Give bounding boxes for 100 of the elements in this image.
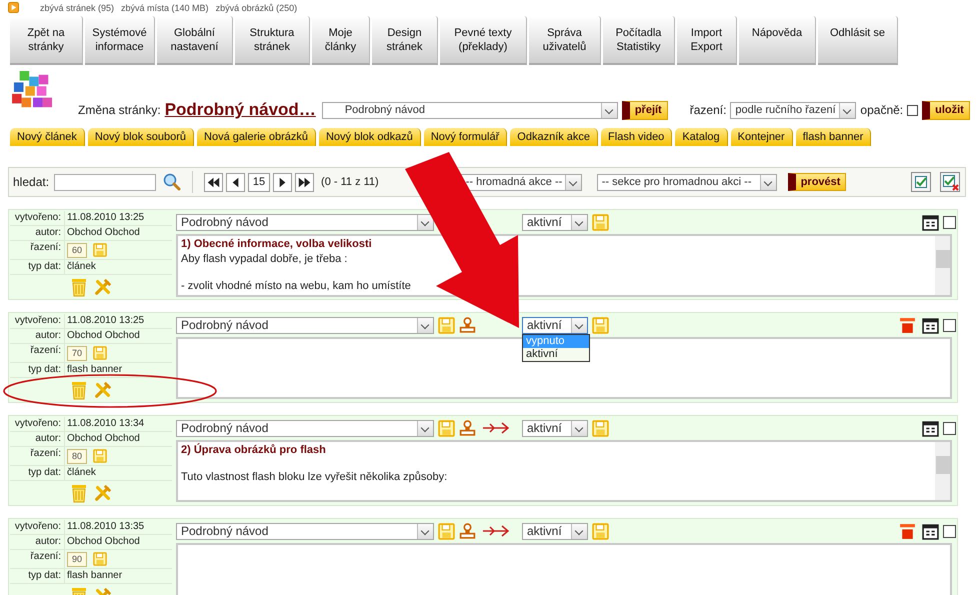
save-icon[interactable] xyxy=(592,316,609,334)
bulk-section-select[interactable]: -- sekce pro hromadnou akci -- xyxy=(596,174,777,190)
first-page-icon[interactable] xyxy=(204,172,224,192)
add-tab[interactable]: Nová galerie obrázků xyxy=(197,128,316,146)
uncheck-all-icon[interactable] xyxy=(940,172,960,192)
menu-button[interactable]: Design stránek xyxy=(372,16,438,65)
menu-button[interactable]: Nápověda xyxy=(739,16,816,65)
order-field[interactable]: 60 xyxy=(67,242,87,258)
stamp-icon[interactable] xyxy=(459,522,476,540)
title-select[interactable]: Podrobný návod xyxy=(176,420,434,436)
calendar-icon[interactable] xyxy=(922,522,939,540)
status-select[interactable]: aktivní xyxy=(522,316,588,334)
add-tab[interactable]: flash banner xyxy=(796,128,872,146)
order-field[interactable]: 90 xyxy=(67,552,87,566)
stamp-icon[interactable] xyxy=(459,420,476,436)
menu-button[interactable]: Počítadla Statistiky xyxy=(603,16,675,65)
save-icon[interactable] xyxy=(93,243,107,257)
menu-button[interactable]: Globální nastavení xyxy=(157,16,233,65)
run-button[interactable]: provést xyxy=(788,173,846,191)
status-option[interactable]: aktivní xyxy=(523,348,589,360)
arrow-icon[interactable] xyxy=(482,525,510,537)
tools-icon[interactable] xyxy=(94,483,112,503)
sort-label: řazení: xyxy=(690,103,726,117)
sort-select[interactable]: podle ručního řazení xyxy=(730,102,856,118)
save-icon[interactable] xyxy=(93,449,107,463)
order-label: řazení: xyxy=(10,550,65,569)
calendar-icon[interactable] xyxy=(922,420,939,436)
check-all-icon[interactable] xyxy=(911,172,931,192)
calendar-icon[interactable] xyxy=(922,214,939,230)
reverse-checkbox[interactable] xyxy=(907,104,918,116)
search-icon[interactable] xyxy=(163,173,182,191)
order-field[interactable]: 80 xyxy=(67,448,87,464)
trash-icon[interactable] xyxy=(70,483,88,503)
next-page-icon[interactable] xyxy=(273,172,292,192)
save-icon[interactable] xyxy=(93,552,107,566)
type-value: flash banner xyxy=(65,569,172,584)
menu-button[interactable]: Pevné texty (překlady) xyxy=(440,16,527,65)
status-select[interactable]: aktivní xyxy=(522,522,588,540)
order-label: řazení: xyxy=(10,344,65,363)
last-page-icon[interactable] xyxy=(295,172,314,192)
stamp-icon[interactable] xyxy=(459,316,476,334)
block-checkbox[interactable] xyxy=(943,318,956,332)
bulk-action-select[interactable]: -- hromadná akce -- xyxy=(460,174,582,190)
menu-button[interactable]: Správa uživatelů xyxy=(529,16,601,65)
arrow-icon[interactable] xyxy=(482,422,510,434)
stat-text: zbývá místa (140 MB) xyxy=(121,2,209,12)
search-field[interactable] xyxy=(54,174,156,190)
save-icon[interactable] xyxy=(438,522,455,540)
menu-button[interactable]: Zpět na stránky xyxy=(10,16,83,65)
content-area[interactable]: 2) Úprava obrázků pro flash Tuto vlastnost flash bloku lze vyřešit několika způsoby: xyxy=(176,440,952,502)
menu-button[interactable]: Odhlásit se xyxy=(818,16,898,65)
author-label: autor: xyxy=(10,535,65,550)
page-field[interactable]: 15 xyxy=(248,172,270,192)
save-icon[interactable] xyxy=(438,420,455,436)
add-tab[interactable]: Nový formulář xyxy=(424,128,508,146)
play-icon[interactable] xyxy=(8,2,19,13)
menu-button[interactable]: Moje články xyxy=(312,16,370,65)
add-tab[interactable]: Katalog xyxy=(675,128,728,146)
scrollbar[interactable] xyxy=(935,236,950,295)
title-select[interactable]: Podrobný návod xyxy=(176,214,434,230)
menu-button[interactable]: Systémové informace xyxy=(85,16,155,65)
previous-page-icon[interactable] xyxy=(226,172,246,192)
add-tab[interactable]: Flash video xyxy=(601,128,672,146)
status-select[interactable]: aktivní xyxy=(522,214,588,230)
page-select[interactable]: Podrobný návod xyxy=(322,102,618,118)
save-icon[interactable] xyxy=(592,522,609,540)
add-tab[interactable]: Nový článek xyxy=(10,128,85,146)
trash-icon[interactable] xyxy=(70,277,88,297)
page-title-link[interactable]: Podrobný návod… xyxy=(164,100,316,120)
banner-icon[interactable] xyxy=(899,522,916,540)
title-select[interactable]: Podrobný návod xyxy=(176,316,434,334)
tools-icon[interactable] xyxy=(94,277,112,297)
menu-button[interactable]: Struktura stránek xyxy=(235,16,310,65)
created-value: 11.08.2010 13:35 xyxy=(65,520,172,535)
save-icon[interactable] xyxy=(592,214,609,230)
menu-button[interactable]: Import Export xyxy=(677,16,737,65)
save-icon[interactable] xyxy=(438,316,455,334)
block-checkbox[interactable] xyxy=(943,524,956,538)
banner-icon[interactable] xyxy=(899,316,916,334)
save-icon[interactable] xyxy=(93,346,107,360)
calendar-icon[interactable] xyxy=(922,316,939,334)
block-checkbox[interactable] xyxy=(943,422,956,434)
status-select[interactable]: aktivní xyxy=(522,420,588,436)
save-icon[interactable] xyxy=(592,420,609,436)
content-area[interactable]: 1) Obecné informace, volba velikosti Aby flash vypadal dobře, je třeba : - zvolit vhodné místo na webu, kam ho umístíte xyxy=(176,234,952,297)
order-field[interactable]: 70 xyxy=(67,346,87,360)
add-tab[interactable]: Odkazník akce xyxy=(510,128,598,146)
title-select[interactable]: Podrobný návod xyxy=(176,522,434,540)
add-tab[interactable]: Kontejner xyxy=(730,128,793,146)
block-checkbox[interactable] xyxy=(943,216,956,228)
author-label: autor: xyxy=(10,329,65,344)
tools-icon[interactable] xyxy=(94,380,112,400)
reverse-label: opačně: xyxy=(860,103,904,117)
add-tab[interactable]: Nový blok souborů xyxy=(88,128,194,146)
scrollbar[interactable] xyxy=(935,442,950,500)
save-button[interactable]: uložit xyxy=(922,100,970,120)
go-button[interactable]: přejít xyxy=(622,100,668,120)
type-label: typ dat: xyxy=(10,260,65,275)
add-tab[interactable]: Nový blok odkazů xyxy=(318,128,421,146)
trash-icon[interactable] xyxy=(70,380,88,400)
